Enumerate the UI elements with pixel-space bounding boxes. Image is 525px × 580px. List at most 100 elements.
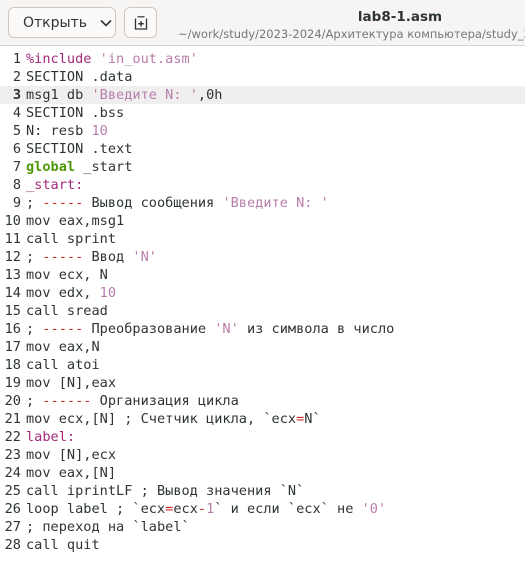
code-line[interactable]: 5 N: resb 10: [0, 122, 525, 140]
line-number: 14: [4, 285, 21, 301]
code-token: N`: [304, 411, 321, 427]
code-token: ;: [26, 393, 43, 409]
code-line[interactable]: 15 call sread: [0, 302, 525, 320]
code-line[interactable]: 19 mov [N],eax: [0, 374, 525, 392]
code-line[interactable]: 9 ; ----- Вывод сообщения 'Введите N: ': [0, 194, 525, 212]
line-number: 1: [12, 51, 21, 67]
code-line[interactable]: 21 mov ecx,[N] ; Счетчик цикла, `ecx=N`: [0, 410, 525, 428]
code-text: ; переход на `label`: [26, 518, 190, 536]
code-line[interactable]: 7 global _start: [0, 158, 525, 176]
code-editor[interactable]: 1 %include 'in_out.asm' 2 SECTION .data 3 msg…: [0, 47, 525, 580]
code-text: SECTION .text: [26, 140, 132, 158]
code-token: loop label ; `ecx: [26, 501, 166, 517]
code-line[interactable]: 3 msg1 db 'Введите N: ',0h: [0, 86, 525, 104]
line-number: 3: [12, 87, 21, 103]
code-text: call sread: [26, 302, 108, 320]
code-token: -----: [42, 195, 84, 211]
code-token: ;: [26, 321, 43, 337]
line-number: 8: [12, 177, 21, 193]
code-text: mov ecx, N: [26, 266, 108, 284]
new-tab-button[interactable]: [124, 7, 157, 38]
code-token: ------: [42, 393, 92, 409]
code-text: loop label ; `ecx=ecx-1` и если `ecx` не…: [26, 500, 386, 518]
code-token: mov eax,[N]: [26, 465, 117, 481]
open-button-label: Открыть: [23, 14, 87, 31]
code-line[interactable]: 20; ------ Организация цикла: [0, 392, 525, 410]
code-token: mov eax,msg1: [26, 213, 125, 229]
code-line[interactable]: 13 mov ecx, N: [0, 266, 525, 284]
code-token: ` и если `ecx` не: [214, 501, 362, 517]
line-number: 17: [4, 339, 21, 355]
code-token: mov [N],ecx: [26, 447, 117, 463]
code-token: 'in_out.asm': [99, 51, 198, 67]
line-number: 27: [4, 519, 21, 535]
code-token: Вывод сообщения: [83, 195, 223, 211]
code-token: 10: [91, 123, 108, 139]
code-line[interactable]: 28 call quit: [0, 536, 525, 554]
line-number: 7: [12, 159, 21, 175]
code-token: ,0h: [197, 87, 223, 103]
window-title: lab8-1.asm: [357, 9, 443, 25]
code-line[interactable]: 11 call sprint: [0, 230, 525, 248]
code-line[interactable]: 26 loop label ; `ecx=ecx-1` и если `ecx` …: [0, 500, 525, 518]
open-button[interactable]: Открыть: [8, 7, 116, 38]
code-token: Ввод: [83, 249, 133, 265]
header-bar: Открыть lab8-1.asm ~/work/study/2023-202…: [0, 0, 525, 46]
code-line[interactable]: 6 SECTION .text: [0, 140, 525, 158]
code-token: call sread: [26, 303, 108, 319]
code-line[interactable]: 16; ----- Преобразование 'N' из символа …: [0, 320, 525, 338]
code-line[interactable]: 23 mov [N],ecx: [0, 446, 525, 464]
code-token: N: resb: [26, 123, 92, 139]
code-line[interactable]: 10 mov eax,msg1: [0, 212, 525, 230]
code-token: ; переход на `label`: [26, 519, 190, 535]
code-token: call iprintLF ; Вывод значения `N`: [26, 483, 305, 499]
code-token: call atoi: [26, 357, 100, 373]
code-token: SECTION .data: [26, 69, 133, 85]
code-line[interactable]: 2 SECTION .data: [0, 68, 525, 86]
code-text: ; ----- Вывод сообщения 'Введите N: ': [26, 194, 329, 212]
code-line[interactable]: 12; ----- Ввод 'N': [0, 248, 525, 266]
code-text: global _start: [26, 158, 132, 176]
code-token: из символа в число: [238, 321, 395, 337]
code-text: mov eax,[N]: [26, 464, 116, 482]
code-text: SECTION .data: [26, 68, 132, 86]
code-token: -----: [42, 249, 84, 265]
line-number: 2: [12, 69, 21, 85]
line-number: 16: [4, 321, 21, 337]
line-number: 23: [4, 447, 21, 463]
line-number: 19: [4, 375, 21, 391]
code-token: 'N': [214, 321, 239, 337]
code-token: mov eax,N: [26, 339, 100, 355]
code-line[interactable]: 8 _start:: [0, 176, 525, 194]
line-number: 21: [4, 411, 21, 427]
code-line[interactable]: 1 %include 'in_out.asm': [0, 50, 525, 68]
line-number: 28: [4, 537, 21, 553]
code-token: Организация цикла: [91, 393, 239, 409]
line-number: 25: [4, 483, 21, 499]
code-text: mov eax,N: [26, 338, 100, 356]
code-line[interactable]: 14 mov edx, 10: [0, 284, 525, 302]
code-token: SECTION .text: [26, 141, 133, 157]
window-subtitle-path: ~/work/study/2023-2024/Архитектура компь…: [178, 27, 525, 41]
code-line[interactable]: 27 ; переход на `label`: [0, 518, 525, 536]
code-line[interactable]: 17 mov eax,N: [0, 338, 525, 356]
code-token: Преобразование: [83, 321, 215, 337]
code-text: _start:: [26, 176, 83, 194]
code-text: msg1 db 'Введите N: ',0h: [26, 86, 222, 104]
code-line[interactable]: 25 call iprintLF ; Вывод значения `N`: [0, 482, 525, 500]
line-number: 12: [4, 249, 21, 265]
code-line[interactable]: 4 SECTION .bss: [0, 104, 525, 122]
code-token: global: [26, 159, 76, 175]
code-token: _start:: [26, 177, 84, 193]
line-number: 10: [4, 213, 21, 229]
code-line[interactable]: 24 mov eax,[N]: [0, 464, 525, 482]
line-number: 6: [12, 141, 21, 157]
code-text: call quit: [26, 536, 100, 554]
code-token: mov ecx,[N] ; Счетчик цикла, `ecx: [26, 411, 297, 427]
code-line[interactable]: 22 label:: [0, 428, 525, 446]
code-line[interactable]: 18 call atoi: [0, 356, 525, 374]
line-number: 9: [12, 195, 21, 211]
line-number: 20: [4, 393, 21, 409]
code-token: msg1 db: [26, 87, 92, 103]
line-number: 26: [4, 501, 21, 517]
